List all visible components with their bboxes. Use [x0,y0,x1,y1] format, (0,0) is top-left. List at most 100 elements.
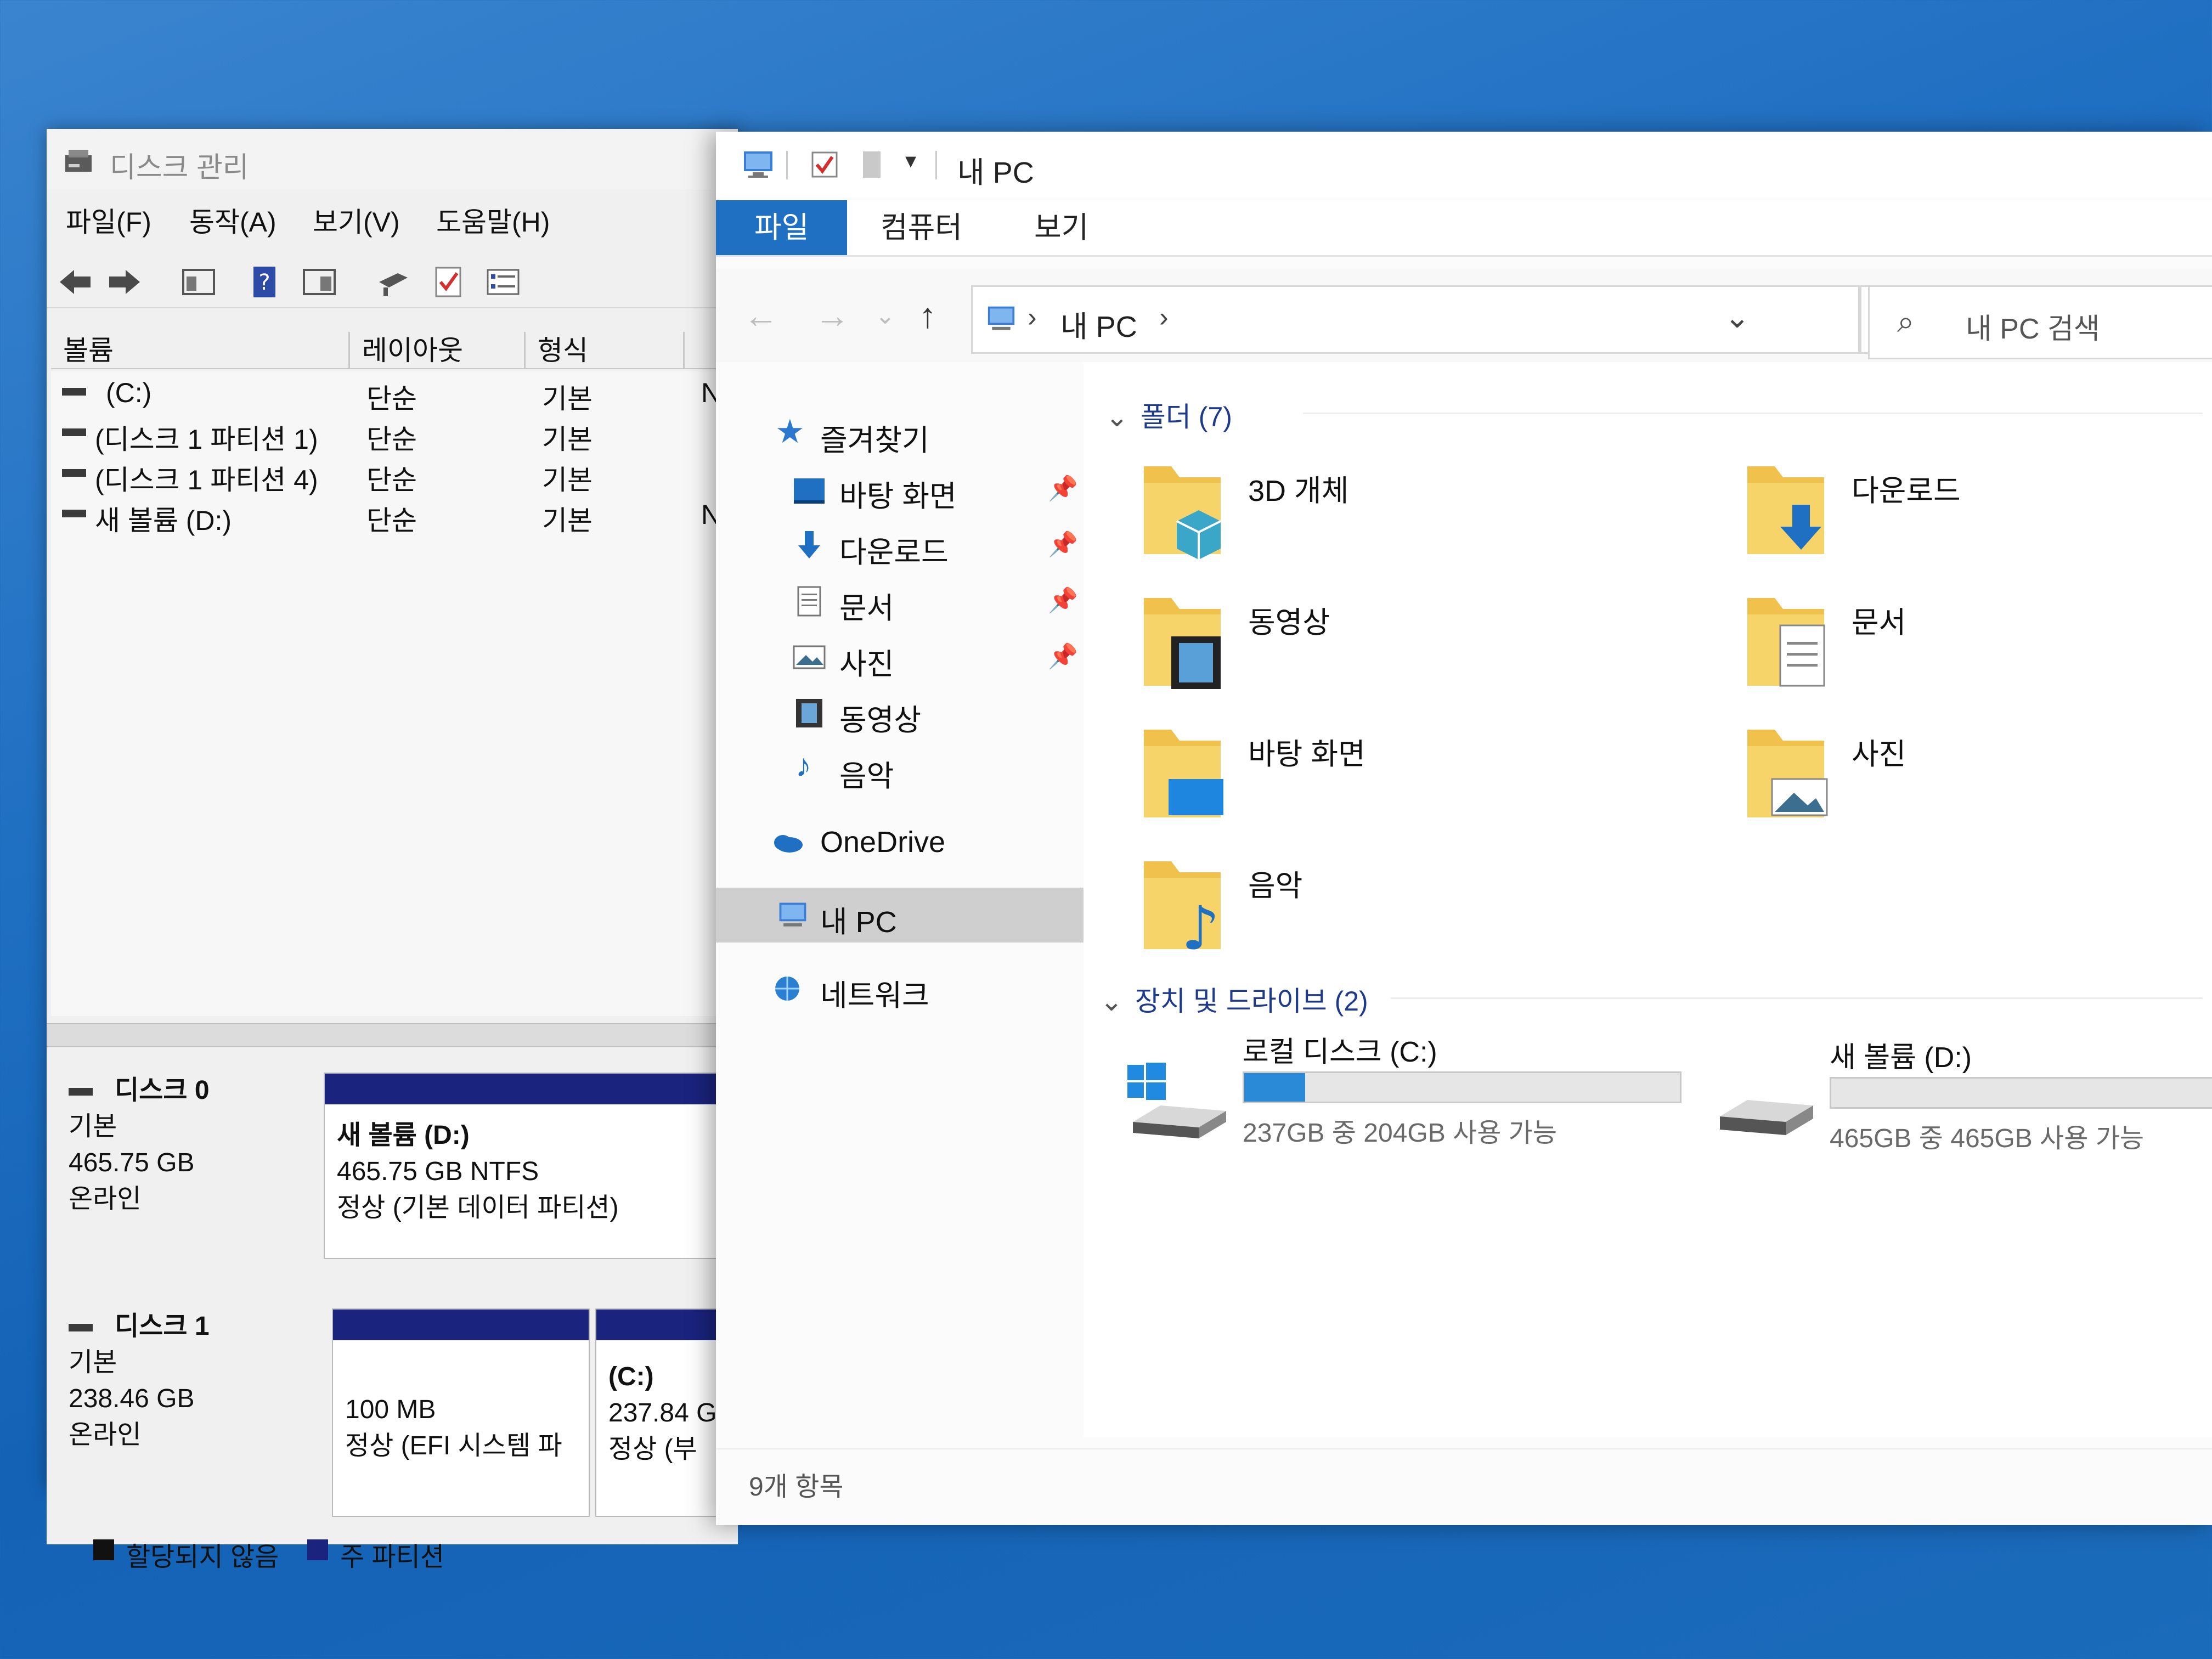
partition-label: (C:) [608,1362,654,1391]
nav-network[interactable]: 네트워크 [716,961,1084,1016]
separator [935,151,937,179]
volume-name: 새 볼륨 (D:) [95,505,232,536]
nav-onedrive[interactable]: OneDrive [716,815,1084,870]
column-volume[interactable]: 볼륨 [51,332,350,369]
folder-tile[interactable]: 사진 [1742,719,2212,845]
folder-label: 음악 [1248,870,1303,902]
picture-icon [793,645,826,669]
breadcrumb-chevron-icon[interactable]: › [1028,301,1037,333]
drive-usage-bar [1243,1071,1681,1103]
legend-unallocated: 할당되지 않음 [126,1543,279,1572]
disk-1-info[interactable]: 디스크 1 기본 238.46 GB 온라인 [69,1308,343,1453]
breadcrumb-this-pc[interactable]: 내 PC [1060,302,1137,346]
folder-tile[interactable]: ♪ 음악 [1138,850,1687,977]
partition-size: 100 MB [345,1395,436,1424]
nav-downloads[interactable]: 다운로드 📌 [716,518,1084,573]
nav-documents[interactable]: 문서 📌 [716,574,1084,629]
forward-arrow-icon[interactable]: → [815,295,850,336]
pin-icon[interactable]: 📌 [1048,586,1078,614]
volume-name: (디스크 1 파티션 1) [95,424,318,455]
tab-view[interactable]: 보기 [1034,200,1088,255]
tab-file[interactable]: 파일 [716,200,848,255]
partition-d[interactable]: 새 볼륨 (D:) 465.75 GB NTFS 정상 (기본 데이터 파티션) [324,1073,741,1259]
nav-label: 문서 [839,592,894,625]
folder-label: 바탕 화면 [1248,738,1365,771]
properties-check-icon[interactable] [809,149,840,180]
folders-group-header[interactable]: ⌄ 폴더 (7) [1105,395,1232,435]
pin-icon[interactable]: 📌 [1048,474,1078,503]
folder-icon: ♪ [1144,861,1221,955]
folder-tile[interactable]: 바탕 화면 [1138,719,1687,845]
folder-tile[interactable]: 3D 개체 [1138,455,1687,582]
chevron-down-icon: ⌄ [1100,986,1123,1017]
breadcrumb-chevron-icon[interactable]: › [1159,301,1169,333]
drive-d[interactable]: 새 볼륨 (D:) 465GB 중 465GB 사용 가능 [1714,1034,2212,1177]
volume-row[interactable]: (디스크 1 파티션 4) 단순 기본 [51,453,738,495]
menu-file[interactable]: 파일(F) [66,200,151,240]
recent-locations-icon[interactable]: ⌄ [875,302,895,330]
volume-name: (C:) [106,377,152,408]
pin-icon[interactable]: 📌 [1048,530,1078,558]
connect-disk-icon[interactable] [376,266,411,298]
search-icon: ⌕ [1897,304,1915,338]
disk-icon [69,1088,93,1096]
nav-quick-access[interactable]: ★ 즐겨찾기 [716,406,1084,461]
window-title: 내 PC [957,156,1034,189]
address-dropdown-icon[interactable]: ⌄ [1724,299,1750,335]
file-explorer-window: ▾ 내 PC 파일 컴퓨터 보기 ← → ⌄ ↑ › 내 PC › ⌄ ↻ ⌕ … [716,132,2212,1525]
search-placeholder: 내 PC 검색 [1966,313,2100,345]
search-box[interactable]: ⌕ 내 PC 검색 [1868,285,2212,359]
folder-icon [1747,466,1824,554]
folder-tile[interactable]: 다운로드 [1742,455,2212,582]
nav-pictures[interactable]: 사진 📌 [716,630,1084,685]
disk-management-window: 디스크 관리 파일(F) 동작(A) 보기(V) 도움말(H) ? 볼륨 레이아… [47,129,743,1572]
settings-list-icon[interactable] [486,266,521,298]
tab-computer[interactable]: 컴퓨터 [881,200,962,255]
column-layout[interactable]: 레이아웃 [350,332,526,369]
network-icon [775,977,799,1001]
menu-help[interactable]: 도움말(H) [436,200,550,240]
nav-music[interactable]: ♪ 음악 [716,742,1084,797]
film-icon [796,699,822,727]
nav-label: 내 PC [820,906,897,939]
menu-action[interactable]: 동작(A) [189,200,276,240]
nav-this-pc[interactable]: 내 PC [716,888,1084,943]
volume-row[interactable]: (디스크 1 파티션 1) 단순 기본 [51,412,738,455]
column-type[interactable]: 형식 [526,332,685,369]
new-folder-icon[interactable] [859,149,885,180]
up-arrow-icon[interactable]: ↑ [919,295,936,336]
volume-type: 기본 [542,465,592,495]
back-arrow-icon[interactable] [58,266,93,298]
quick-access-dropdown-icon[interactable]: ▾ [905,148,916,173]
volume-icon [62,428,86,436]
item-count: 9개 항목 [749,1472,844,1502]
drives-group-header[interactable]: ⌄ 장치 및 드라이브 (2) [1100,979,1368,1019]
console-tree-icon[interactable] [181,266,216,298]
volume-name: (디스크 1 파티션 4) [95,465,318,495]
partition-efi[interactable]: 100 MB 정상 (EFI 시스템 파 [332,1308,590,1517]
forward-arrow-icon[interactable] [107,266,142,298]
menu-view[interactable]: 보기(V) [313,200,400,240]
nav-desktop[interactable]: 바탕 화면 📌 [716,462,1084,517]
nav-videos[interactable]: 동영상 [716,686,1084,741]
disk-0-info[interactable]: 디스크 0 기본 465.75 GB 온라인 [69,1073,343,1217]
this-pc-icon [779,902,806,927]
folder-label: 다운로드 [1852,475,1961,507]
legend-unallocated-swatch [93,1539,114,1560]
folder-tile[interactable]: 문서 [1742,587,2212,713]
drive-free-space: 465GB 중 465GB 사용 가능 [1830,1124,2145,1153]
pane-splitter[interactable] [47,1023,738,1047]
check-disk-icon[interactable] [431,266,466,298]
volume-row[interactable]: (C:) 단순 기본 N [51,371,738,414]
properties-pane-icon[interactable] [302,266,337,298]
volume-row[interactable]: 새 볼륨 (D:) 단순 기본 N [51,493,738,536]
disk-icon [69,1324,93,1332]
folder-icon [1747,598,1825,687]
drive-usage-fill [1244,1073,1306,1102]
drive-c[interactable]: 로컬 디스크 (C:) 237GB 중 204GB 사용 가능 [1127,1029,1703,1171]
back-arrow-icon[interactable]: ← [743,295,778,336]
folder-tile[interactable]: 동영상 [1138,587,1687,713]
pin-icon[interactable]: 📌 [1048,642,1078,670]
address-bar[interactable]: › 내 PC › ⌄ [971,285,1860,354]
help-icon[interactable]: ? [247,266,282,298]
